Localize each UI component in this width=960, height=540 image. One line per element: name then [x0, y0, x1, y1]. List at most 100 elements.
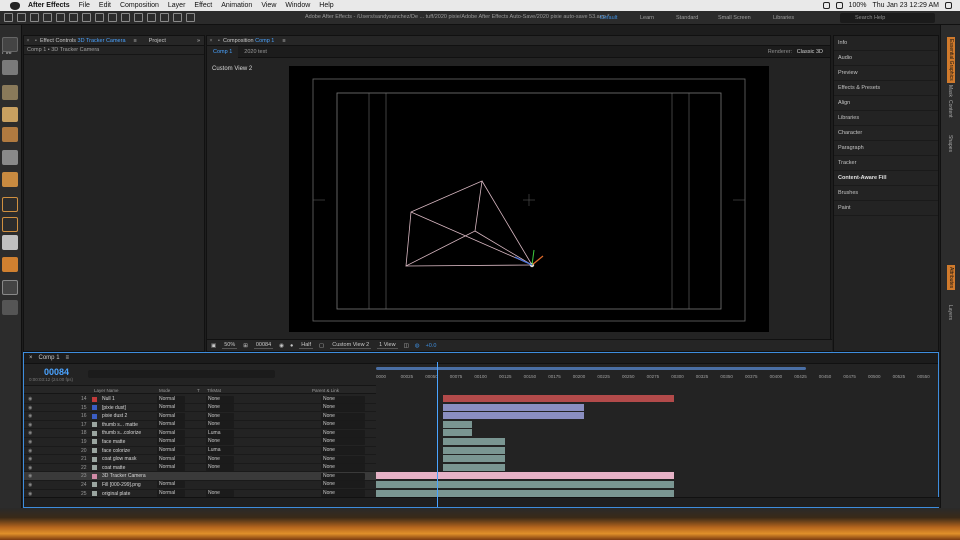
- label-color-swatch[interactable]: [92, 482, 97, 488]
- composition-viewer[interactable]: [289, 66, 769, 332]
- gradient-icon[interactable]: [2, 107, 18, 122]
- expand-panels-icon[interactable]: »: [197, 38, 200, 44]
- layer-duration-bar[interactable]: [443, 463, 506, 471]
- parent-dropdown[interactable]: None: [321, 395, 365, 403]
- menu-view[interactable]: View: [261, 2, 276, 9]
- trkmat-dropdown[interactable]: None: [206, 490, 234, 498]
- parent-dropdown[interactable]: None: [321, 412, 365, 420]
- trkmat-dropdown[interactable]: Luma: [206, 429, 234, 437]
- panel-tracker[interactable]: Tracker: [834, 156, 938, 171]
- col-mode[interactable]: Mode: [159, 388, 170, 393]
- layer-duration-bar[interactable]: [443, 455, 506, 463]
- trkmat-dropdown[interactable]: Luma: [206, 447, 234, 455]
- layer-row[interactable]: ◉ 17 thumb s... matte Normal None None: [24, 421, 376, 430]
- menu-edit[interactable]: Edit: [99, 2, 111, 9]
- panel-brushes[interactable]: Brushes: [834, 186, 938, 201]
- close-icon[interactable]: ×: [24, 38, 32, 44]
- wifi-icon[interactable]: [835, 2, 843, 9]
- mode-dropdown[interactable]: Normal: [157, 481, 185, 489]
- search-help-input[interactable]: Search Help: [840, 13, 935, 23]
- view-dropdown[interactable]: Custom View 2: [330, 342, 372, 349]
- region-icon[interactable]: ▢: [319, 343, 324, 349]
- stack-icon[interactable]: [2, 300, 18, 315]
- panel-audio[interactable]: Audio: [834, 51, 938, 66]
- menu-composition[interactable]: Composition: [120, 2, 159, 9]
- parent-dropdown[interactable]: None: [321, 472, 365, 480]
- mode-dropdown[interactable]: Normal: [157, 404, 185, 412]
- layer-name[interactable]: face colorize: [102, 448, 130, 454]
- panel-align[interactable]: Align: [834, 96, 938, 111]
- menu-effect[interactable]: Effect: [194, 2, 212, 9]
- eye-icon[interactable]: ◉: [28, 465, 32, 471]
- layer-duration-bar[interactable]: [443, 412, 584, 420]
- layers-icon[interactable]: [2, 280, 18, 295]
- composition-tab-target[interactable]: Comp 1: [255, 38, 274, 44]
- layer-name[interactable]: pixie dust 2: [102, 413, 127, 419]
- layer-duration-bar[interactable]: [443, 446, 506, 454]
- renderer-value[interactable]: Classic 3D: [793, 47, 826, 56]
- col-trkmat[interactable]: TrkMat: [207, 388, 221, 393]
- mode-dropdown[interactable]: Normal: [157, 412, 185, 420]
- fast-preview-icon[interactable]: ◫: [404, 343, 409, 349]
- eye-icon[interactable]: ◉: [28, 405, 32, 411]
- eye-icon[interactable]: ◉: [28, 396, 32, 402]
- camera-tool-icon[interactable]: [69, 13, 78, 22]
- eye-icon[interactable]: ◉: [28, 456, 32, 462]
- parent-dropdown[interactable]: None: [321, 438, 365, 446]
- mode-dropdown[interactable]: Normal: [157, 395, 185, 403]
- eraser-tool-icon[interactable]: [160, 13, 169, 22]
- layer-row[interactable]: ◉ 18 thumb s...colorize Normal Luma None: [24, 429, 376, 438]
- panel-effects-presets[interactable]: Effects & Presets: [834, 81, 938, 96]
- resolution-dropdown[interactable]: Half: [299, 342, 314, 349]
- trkmat-dropdown[interactable]: None: [206, 404, 234, 412]
- layer-name[interactable]: Fill [000-299].png: [102, 482, 141, 488]
- eye-icon[interactable]: ◉: [28, 422, 32, 428]
- selection-tool-icon[interactable]: [17, 13, 26, 22]
- strip-tab-layers[interactable]: Layers: [947, 305, 953, 320]
- mode-dropdown[interactable]: Normal: [157, 455, 185, 463]
- apple-icon[interactable]: [10, 1, 20, 10]
- orange-tool-icon[interactable]: [2, 257, 18, 272]
- parent-dropdown[interactable]: None: [321, 464, 365, 472]
- color-icon[interactable]: ●: [290, 343, 293, 349]
- layer-row[interactable]: ◉ 24 Fill [000-299].png Normal None: [24, 481, 376, 490]
- col-t[interactable]: T: [197, 388, 200, 393]
- trkmat-dropdown[interactable]: None: [206, 455, 234, 463]
- close-icon[interactable]: ×: [29, 355, 33, 361]
- layer-row[interactable]: ◉ 23 3D Tracker Camera None: [24, 472, 376, 481]
- panel-preview[interactable]: Preview: [834, 66, 938, 81]
- label-color-swatch[interactable]: [92, 430, 97, 436]
- current-timecode[interactable]: 00084: [44, 367, 69, 377]
- comp-subtab-2020-text[interactable]: 2020 text: [238, 49, 273, 55]
- comp-subtab-comp1[interactable]: Comp 1: [207, 45, 239, 58]
- spotlight-icon[interactable]: [945, 2, 952, 9]
- current-frame[interactable]: 00084: [253, 342, 274, 349]
- mode-dropdown[interactable]: Normal: [157, 490, 185, 498]
- label-color-swatch[interactable]: [92, 422, 97, 428]
- composition-tab[interactable]: Composition: [223, 38, 254, 44]
- time-ruler[interactable]: 0000 00025 00050 00075 00100 00125 00150 00175 0…: [376, 365, 938, 385]
- views-dropdown[interactable]: 1 View: [377, 342, 398, 349]
- workspace-default[interactable]: Default: [600, 15, 617, 21]
- work-area-bar[interactable]: [376, 367, 806, 370]
- eye-icon[interactable]: ◉: [28, 482, 32, 488]
- rectangle-tool-icon[interactable]: [95, 13, 104, 22]
- layer-row[interactable]: ◉ 16 pixie dust 2 Normal None None: [24, 412, 376, 421]
- lock-icon[interactable]: ▪: [32, 38, 40, 44]
- layer-name[interactable]: Null 1: [102, 396, 115, 402]
- layer-duration-bar[interactable]: [443, 438, 506, 445]
- always-preview-icon[interactable]: ▣: [211, 343, 216, 349]
- hand-tool-icon[interactable]: [30, 13, 39, 22]
- undo-icon[interactable]: [2, 37, 18, 52]
- effect-controls-tab[interactable]: Effect Controls: [40, 38, 76, 44]
- cube-tool-icon[interactable]: [2, 60, 18, 75]
- s-script-icon[interactable]: [2, 235, 18, 250]
- parent-dropdown[interactable]: None: [321, 421, 365, 429]
- workspace-small-screen[interactable]: Small Screen: [718, 15, 751, 21]
- label-color-swatch[interactable]: [92, 439, 97, 445]
- trkmat-dropdown[interactable]: None: [206, 412, 234, 420]
- layer-name[interactable]: original plate: [102, 491, 130, 497]
- clone-tool-icon[interactable]: [147, 13, 156, 22]
- col-parent[interactable]: Parent & Link: [312, 388, 339, 393]
- panel-libraries[interactable]: Libraries: [834, 111, 938, 126]
